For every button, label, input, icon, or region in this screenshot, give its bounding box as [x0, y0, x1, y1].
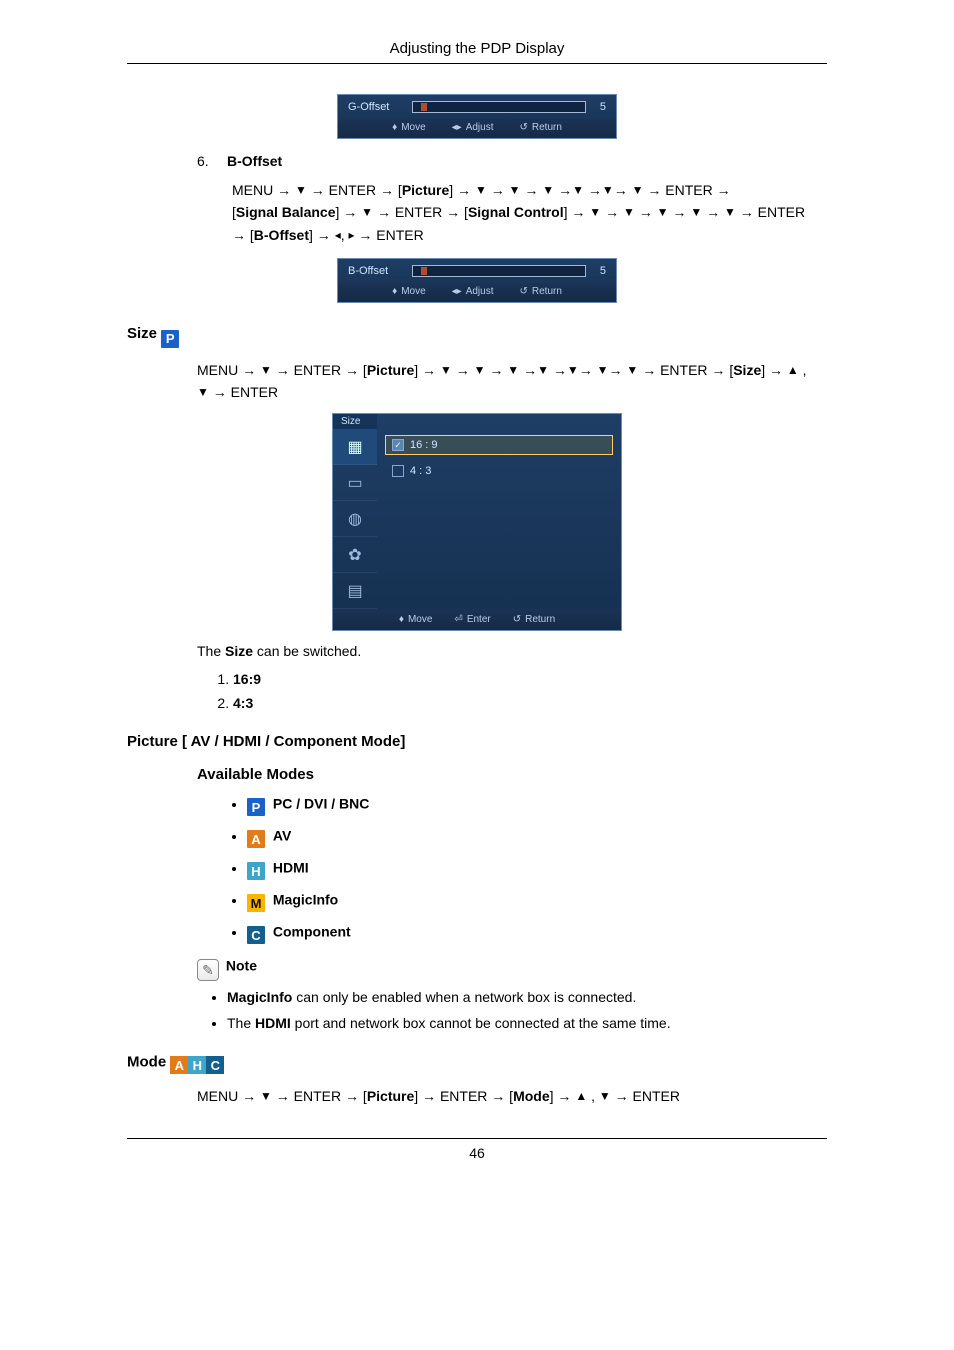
- g-offset-osd-panel: G-Offset 5 ♦ Move ◂▸ Adjust ↺ Return: [337, 94, 617, 139]
- available-modes-heading: Available Modes: [197, 766, 827, 783]
- m-mode-icon: M: [247, 894, 265, 912]
- footer-return: ↺ Return: [520, 122, 562, 133]
- mode-nav-path: MENU → ▼ → ENTER → [Picture] → ENTER → […: [197, 1085, 827, 1107]
- note-item: The HDMI port and network box cannot be …: [227, 1015, 827, 1031]
- sidebar-screen-icon[interactable]: ▭: [333, 465, 377, 501]
- a-mode-icon: A: [247, 830, 265, 848]
- footer-move: ♦ Move: [392, 122, 426, 133]
- footer-adjust: ◂▸ Adjust: [452, 286, 494, 297]
- page-header-title: Adjusting the PDP Display: [127, 40, 827, 57]
- b-offset-label: B-Offset: [348, 265, 404, 277]
- a-mode-icon: A: [170, 1056, 188, 1074]
- size-menu-tab: Size: [333, 414, 377, 429]
- mode-item-pc: P PC / DVI / BNC: [247, 795, 827, 813]
- size-option-16-9[interactable]: ✓ 16 : 9: [385, 435, 613, 455]
- c-mode-icon: C: [206, 1056, 224, 1074]
- slider-knob: [421, 267, 427, 275]
- header-rule: [127, 63, 827, 64]
- mode-item-magicinfo: M MagicInfo: [247, 891, 827, 909]
- p-mode-icon: P: [161, 330, 179, 348]
- note-icon: ✎: [197, 959, 219, 981]
- footer-rule: [127, 1138, 827, 1139]
- note-heading: ✎ Note: [197, 955, 827, 977]
- check-icon: [392, 465, 404, 477]
- picture-av-heading: Picture [ AV / HDMI / Component Mode]: [127, 733, 827, 750]
- size-nav-path: MENU → ▼ → ENTER → [Picture] → ▼ → ▼ → ▼…: [197, 359, 827, 404]
- list-item: 16:9: [233, 671, 827, 687]
- b-offset-slider[interactable]: [412, 265, 586, 277]
- size-menu-sidebar: ▦ ▭ ◍ ✿ ▤: [333, 429, 377, 609]
- sidebar-setup-icon[interactable]: ▤: [333, 573, 377, 609]
- list-item: 4:3: [233, 695, 827, 711]
- size-osd-menu: Size ▦ ▭ ◍ ✿ ▤ ✓ 16 : 9 4 : 3 ♦ Mo: [332, 413, 622, 631]
- h-mode-icon: H: [188, 1056, 206, 1074]
- footer-return: ↺ Return: [513, 614, 555, 625]
- g-offset-slider[interactable]: [412, 101, 586, 113]
- size-options-ordered: 16:9 4:3: [233, 671, 827, 711]
- size-options-list: ✓ 16 : 9 4 : 3: [377, 429, 621, 609]
- p-mode-icon: P: [247, 798, 265, 816]
- slider-knob: [421, 103, 427, 111]
- g-offset-value: 5: [594, 101, 606, 113]
- size-option-4-3[interactable]: 4 : 3: [385, 461, 613, 481]
- mode-item-component: C Component: [247, 923, 827, 941]
- b-offset-heading: 6. B-Offset: [197, 153, 827, 169]
- b-offset-nav-path: MENU → ▼ → ENTER → [Picture] → ▼ → ▼ → ▼…: [232, 179, 827, 246]
- c-mode-icon: C: [247, 926, 265, 944]
- note-item: MagicInfo can only be enabled when a net…: [227, 989, 827, 1005]
- sidebar-gear-icon[interactable]: ✿: [333, 537, 377, 573]
- sidebar-picture-icon[interactable]: ▦: [333, 429, 377, 465]
- footer-move: ♦ Move: [392, 286, 426, 297]
- page-number: 46: [127, 1145, 827, 1161]
- g-offset-label: G-Offset: [348, 101, 404, 113]
- footer-return: ↺ Return: [520, 286, 562, 297]
- footer-enter: ⏎ Enter: [454, 614, 490, 625]
- size-heading: Size P: [127, 325, 827, 345]
- note-list: MagicInfo can only be enabled when a net…: [227, 989, 827, 1031]
- available-modes-list: P PC / DVI / BNC A AV H HDMI M MagicInfo…: [247, 795, 827, 941]
- footer-move: ♦ Move: [399, 614, 433, 625]
- mode-item-hdmi: H HDMI: [247, 859, 827, 877]
- b-offset-value: 5: [594, 265, 606, 277]
- h-mode-icon: H: [247, 862, 265, 880]
- size-body-text: The Size can be switched.: [197, 643, 827, 659]
- mode-item-av: A AV: [247, 827, 827, 845]
- b-offset-osd-panel: B-Offset 5 ♦ Move ◂▸ Adjust ↺ Return: [337, 258, 617, 303]
- check-icon: ✓: [392, 439, 404, 451]
- sidebar-circle-icon[interactable]: ◍: [333, 501, 377, 537]
- mode-heading: Mode AHC: [127, 1053, 827, 1071]
- footer-adjust: ◂▸ Adjust: [452, 122, 494, 133]
